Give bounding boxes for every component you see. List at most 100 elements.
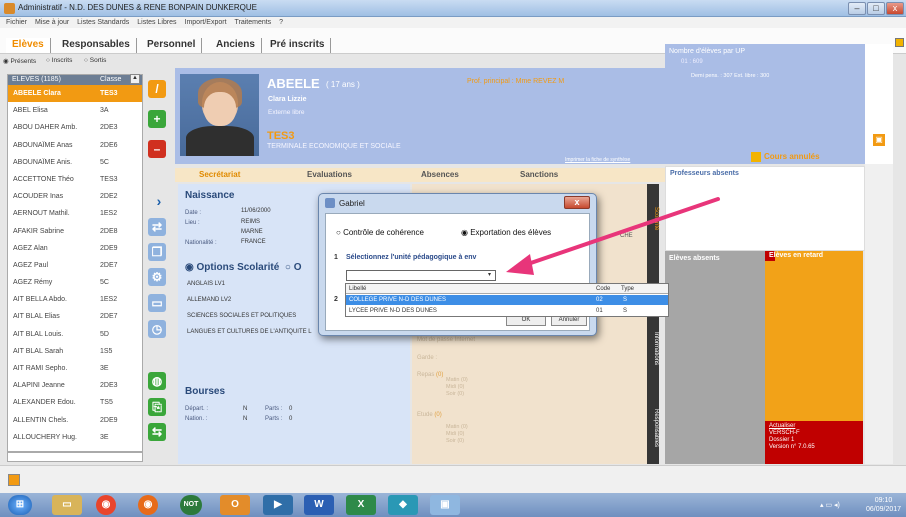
menu-import-export[interactable]: Import/Export <box>185 19 227 26</box>
print-summary-link[interactable]: Imprimer la fiche de synthèse <box>565 157 630 163</box>
list-item[interactable]: AIT BLAL Louis. 5D <box>8 326 142 343</box>
list-item[interactable]: AGEZ Rémy 5C <box>8 274 142 291</box>
radio-sortis[interactable]: ○ Sortis <box>84 57 106 64</box>
tab-personnel[interactable]: Personnel <box>141 38 203 53</box>
menu-listes-libres[interactable]: Listes Libres <box>137 19 176 26</box>
tray-icons[interactable]: ▴ ▭ ◂) <box>820 501 840 509</box>
tab-responsables[interactable]: Responsables <box>56 38 137 53</box>
list-item[interactable]: ACOUDER Inas 2DE2 <box>8 188 142 205</box>
list-item[interactable]: AERNOUT Mathil. 1ES2 <box>8 205 142 222</box>
add-icon[interactable]: + <box>148 110 166 128</box>
tab-pre-inscrits[interactable]: Pré inscrits <box>264 38 332 53</box>
student-row-class: 2DE3 <box>100 124 118 132</box>
student-list[interactable]: ELEVES (1185) Classe ABEELE Clara TES3 ABE… <box>7 74 143 452</box>
explorer-icon[interactable]: ▭ <box>52 495 82 515</box>
list-item[interactable]: ALEXANDER Edou. TS5 <box>8 394 142 411</box>
next-arrow-icon[interactable]: › <box>150 192 168 210</box>
start-button[interactable]: ⊞ <box>8 495 32 515</box>
student-row-name: AIT BELLA Abdo. <box>13 296 67 304</box>
unit-select[interactable]: ▾ <box>346 270 496 281</box>
step-2: 2 <box>334 296 338 303</box>
option-1: ANGLAIS LV1 <box>187 281 225 287</box>
edit-icon[interactable]: / <box>148 80 166 98</box>
chevron-down-icon[interactable]: ▾ <box>485 272 494 279</box>
remove-icon[interactable]: – <box>148 140 166 158</box>
globe-icon[interactable]: ◍ <box>148 372 166 390</box>
settings-icon[interactable]: ⚙ <box>148 268 166 286</box>
radio-inscrits[interactable]: ○ Inscrits <box>46 57 72 64</box>
tab-absences[interactable]: Absences <box>421 170 459 179</box>
list-item[interactable]: ACCETTONE Théo TES3 <box>8 171 142 188</box>
gabriel-app-icon[interactable]: ▣ <box>430 495 460 515</box>
tab-sanctions[interactable]: Sanctions <box>520 170 558 179</box>
menu-listes-standards[interactable]: Listes Standards <box>77 19 129 26</box>
word-icon[interactable]: W <box>304 495 334 515</box>
list-item[interactable]: ABEL Elisa 3A <box>8 102 142 119</box>
list-item[interactable]: AIT RAMI Sepho. 3E <box>8 360 142 377</box>
list-item[interactable]: ALLOUCHERY Hug. 3E <box>8 429 142 446</box>
status-icon[interactable] <box>8 474 20 486</box>
list-scroll-up[interactable]: ▲ <box>130 74 140 84</box>
cours-annules[interactable]: Cours annulés <box>764 152 820 161</box>
list-item[interactable]: ABEELE Clara TES3 <box>8 85 142 103</box>
dialog-close-button[interactable]: x <box>564 196 590 209</box>
list-header: ELEVES (1185) Classe <box>8 75 142 85</box>
list-item[interactable]: ABOUNAÏME Anis. 5C <box>8 154 142 171</box>
menu-help[interactable]: ? <box>279 19 283 26</box>
list-item[interactable]: AIT BLAL Sarah 1S5 <box>8 343 142 360</box>
dropdown-option-lycee[interactable]: LYCEE PRIVE N-D DES DUNES 01 S <box>346 306 668 316</box>
menu-fichier[interactable]: Fichier <box>6 19 27 26</box>
excel-icon[interactable]: X <box>346 495 376 515</box>
list-item[interactable]: AIT BELLA Abdo. 1ES2 <box>8 291 142 308</box>
dropdown-option-college[interactable]: COLLEGE PRIVE N-D DES DUNES 02 S <box>346 295 668 305</box>
radio-coherence[interactable]: ○ Contrôle de cohérence <box>336 228 424 237</box>
stats-side: ▣ <box>865 44 893 164</box>
student-row-name: AERNOUT Mathil. <box>13 210 70 218</box>
close-button[interactable]: x <box>886 2 904 15</box>
menu-traitements[interactable]: Traitements <box>234 19 271 26</box>
list-item[interactable]: AIT BLAL Elias 2DE7 <box>8 308 142 325</box>
vtab-responsables[interactable]: Responsables <box>647 394 659 462</box>
radio-presents[interactable]: ◉ Présents <box>3 57 36 65</box>
tab-anciens[interactable]: Anciens <box>210 38 262 53</box>
maximize-button[interactable]: □ <box>867 2 885 15</box>
outlook-icon[interactable]: O <box>220 495 250 515</box>
list-item[interactable]: ABOUNAÏME Anas 2DE6 <box>8 137 142 154</box>
chrome-icon[interactable]: ◉ <box>96 495 116 515</box>
app-icon-teal[interactable]: ◆ <box>388 495 418 515</box>
list-footer-select[interactable] <box>7 452 143 462</box>
panel-toggle-button[interactable] <box>895 38 904 47</box>
tab-eleves[interactable]: Elèves <box>6 38 51 53</box>
exchange-icon[interactable]: ⇆ <box>148 423 166 441</box>
media-icon[interactable]: ▶ <box>263 495 293 515</box>
export-icon[interactable]: ⎘ <box>148 398 166 416</box>
student-row-name: ABEELE Clara <box>13 90 61 97</box>
lock-icon[interactable]: ▣ <box>873 134 885 146</box>
student-row-name: ABOU DAHER Amb. <box>13 124 78 132</box>
list-item[interactable]: AGEZ Paul 2DE7 <box>8 257 142 274</box>
naissance-nat-label: Nationalité : <box>185 240 217 246</box>
tab-evaluations[interactable]: Evaluations <box>307 170 352 179</box>
minimize-button[interactable]: – <box>848 2 866 15</box>
vtab-informations[interactable]: Informations <box>647 314 659 384</box>
window-title: Administratif - N.D. DES DUNES & RENE BO… <box>18 3 258 12</box>
list-item[interactable]: ABOU DAHER Amb. 2DE3 <box>8 119 142 136</box>
copy-icon[interactable]: ❐ <box>148 243 166 261</box>
list-item[interactable]: AFAKIR Sabrine 2DE8 <box>8 223 142 240</box>
vtab-scolarite[interactable]: Scolarité <box>647 194 659 244</box>
list-item[interactable]: ALLENTIN Chels. 2DE9 <box>8 412 142 429</box>
stats-code: 01 : 609 <box>681 59 703 65</box>
window-icon[interactable]: ▭ <box>148 294 166 312</box>
radio-export[interactable]: ◉ Exportation des élèves <box>461 228 551 237</box>
unit-dropdown-list[interactable]: Libellé Code Type COLLEGE PRIVE N-D DES … <box>345 283 669 317</box>
firefox-icon[interactable]: ◉ <box>138 495 158 515</box>
list-item[interactable]: ALAPINI Jeanne 2DE3 <box>8 377 142 394</box>
tab-secretariat[interactable]: Secrétariat <box>199 170 240 179</box>
clock[interactable]: 09:10 06/09/2017 <box>866 496 901 514</box>
list-item[interactable]: AGEZ Alan 2DE9 <box>8 240 142 257</box>
transfer-icon[interactable]: ⇄ <box>148 218 166 236</box>
clock-icon[interactable]: ◷ <box>148 320 166 338</box>
not-icon[interactable]: NOT <box>180 495 202 515</box>
actualiser-link[interactable]: Actualiser <box>769 423 859 430</box>
menu-mise-a-jour[interactable]: Mise à jour <box>35 19 69 26</box>
